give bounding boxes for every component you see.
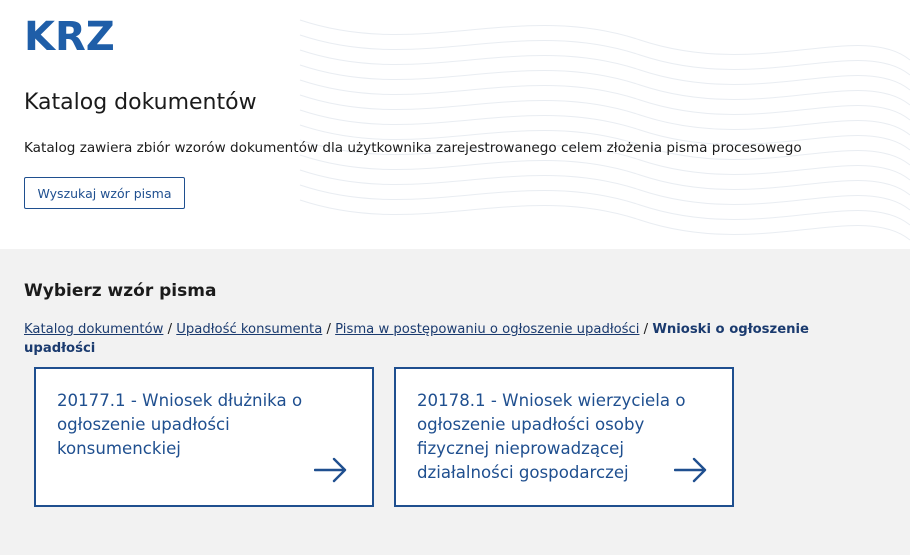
breadcrumb-link-proceedings[interactable]: Pisma w postępowaniu o ogłoszenie upadło…: [335, 322, 639, 337]
krz-logo[interactable]: KRZ: [24, 14, 115, 60]
template-card-title: 20177.1 - Wniosek dłużnika o ogłoszenie …: [57, 391, 303, 458]
section-heading: Wybierz wzór pisma: [24, 281, 217, 301]
breadcrumb-separator: /: [326, 322, 331, 337]
breadcrumb-separator: /: [643, 322, 649, 337]
search-template-button[interactable]: Wyszukaj wzór pisma: [24, 177, 185, 209]
breadcrumb-link-consumer-bankruptcy[interactable]: Upadłość konsumenta: [176, 322, 322, 337]
decorative-wave-background: [299, 19, 910, 241]
breadcrumb-link-catalog[interactable]: Katalog dokumentów: [24, 322, 163, 337]
page-description: Katalog zawiera zbiór wzorów dokumentów …: [24, 140, 802, 156]
page-title: Katalog dokumentów: [24, 90, 257, 115]
arrow-right-icon: [674, 457, 707, 483]
header-section: KRZ Katalog dokumentów Katalog zawiera z…: [0, 0, 910, 249]
template-card-title: 20178.1 - Wniosek wierzyciela o ogłoszen…: [417, 391, 686, 482]
template-selection-section: Wybierz wzór pisma Katalog dokumentów / …: [0, 249, 910, 555]
template-card-20178[interactable]: 20178.1 - Wniosek wierzyciela o ogłoszen…: [394, 367, 734, 507]
template-card-20177[interactable]: 20177.1 - Wniosek dłużnika o ogłoszenie …: [34, 367, 374, 507]
breadcrumb-separator: /: [167, 322, 173, 337]
breadcrumb: Katalog dokumentów / Upadłość konsumenta…: [24, 320, 814, 358]
arrow-right-icon: [314, 457, 347, 483]
